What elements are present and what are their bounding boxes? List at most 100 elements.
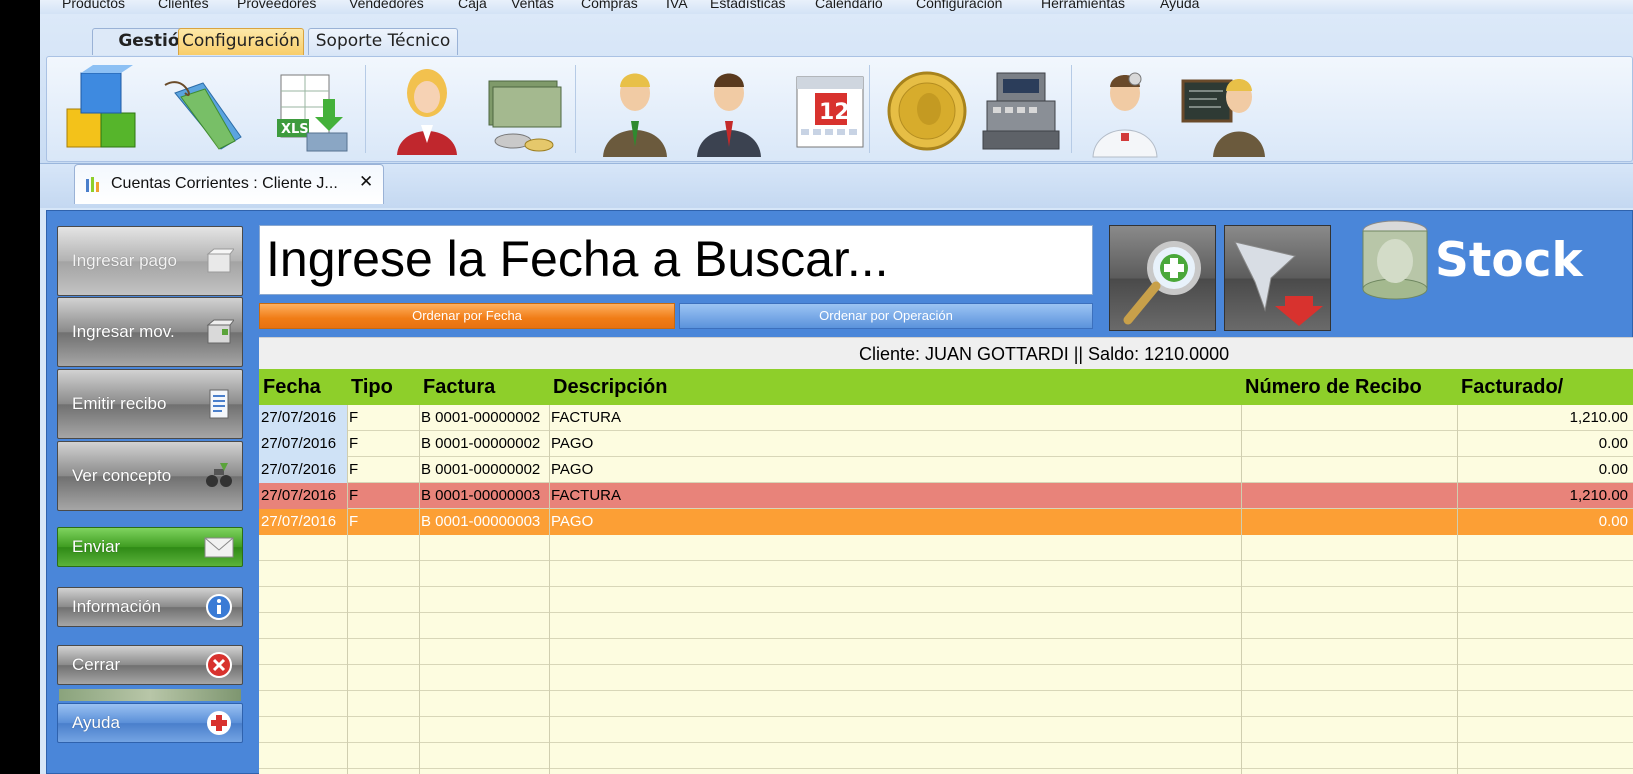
cell-fecha: 27/07/2016 [259,457,347,483]
vendedores-icon[interactable] [681,63,777,159]
menu-clientes[interactable]: Clientes [158,0,209,11]
cell-facturado: 0.00 [1598,435,1628,452]
dinero-icon[interactable] [477,63,573,159]
menu-proveedores[interactable]: Proveedores [237,0,316,11]
menu-ayuda[interactable]: Ayuda [1160,0,1199,11]
productos-icon[interactable] [53,63,149,159]
cell-descripcion: PAGO [549,509,1241,535]
xls-label: XLS [281,122,309,137]
tab-cuentas-corrientes[interactable]: Cuentas Corrientes : Cliente J... ✕ [74,164,384,204]
menu-herramientas[interactable]: Herramientas [1041,0,1125,11]
cerrar-button[interactable]: Cerrar [57,645,243,685]
cell-recibo [1241,405,1457,431]
ayuda-label: Ayuda [72,713,120,732]
proveedores-icon[interactable] [587,63,683,159]
empty-table-row[interactable] [259,743,1633,769]
ingresar-mov-label: Ingresar mov. [72,322,175,341]
search-date-text: Ingrese la Fecha a Buscar... [266,231,889,287]
box-icon [206,248,234,273]
caja-registradora-icon[interactable] [973,63,1069,159]
ayuda-button[interactable]: Ayuda [57,703,243,743]
empty-table-row[interactable] [259,639,1633,665]
table-row[interactable]: 27/07/2016 F B 0001-00000002 FACTURA 1,210.0… [259,405,1633,431]
ingresar-pago-label: Ingresar pago [72,251,177,270]
menu-caja[interactable]: Caja [458,0,487,11]
application-window: Productos Clientes Proveedores Vendedore… [40,0,1633,774]
profesor-icon[interactable] [1173,63,1269,159]
table-header: Fecha Tipo Factura Descripción Número de… [259,369,1633,405]
column-header-tipo[interactable]: Tipo [347,369,419,405]
table-row[interactable]: 27/07/2016 F B 0001-00000003 FACTURA 1,210.0… [259,483,1633,509]
empty-table-row[interactable] [259,691,1633,717]
envelope-icon [204,537,234,558]
calendario-icon[interactable]: 12 [783,63,879,159]
column-header-facturado[interactable]: Facturado/ [1457,369,1633,405]
empty-table-row[interactable] [259,665,1633,691]
cell-descripcion: PAGO [551,461,594,478]
column-header-descripcion[interactable]: Descripción [549,369,1241,405]
column-header-factura[interactable]: Factura [419,369,549,405]
search-date-input[interactable]: Ingrese la Fecha a Buscar... [259,225,1093,295]
ingresar-mov-button[interactable]: Ingresar mov. [57,297,243,367]
brand-logo: Stock [1435,233,1583,288]
informacion-label: Información [72,597,161,616]
cell-tipo: F [349,487,359,504]
empty-table-row[interactable] [259,535,1633,561]
menu-calendario[interactable]: Calendario [815,0,883,11]
empty-table-row[interactable] [259,561,1633,587]
magnifier-add-icon [1123,241,1201,325]
cell-facturado: 0.00 [1457,509,1633,535]
client-balance-text: Cliente: JUAN GOTTARDI || Saldo: 1210.00… [859,344,1230,364]
emitir-recibo-button[interactable]: Emitir recibo [57,369,243,439]
cell-facturado: 1,210.00 [1569,487,1628,504]
document-tab-bar: Cuentas Corrientes : Cliente J... ✕ [40,164,1633,208]
search-button[interactable] [1109,225,1216,331]
cell-tipo: F [347,509,419,535]
etiquetas-icon[interactable] [155,63,251,159]
soporte-medico-icon[interactable] [1077,63,1173,159]
tab-soporte-tecnico[interactable]: Soporte Técnico [308,28,458,55]
sort-by-operation-button[interactable]: Ordenar por Operación [679,303,1093,329]
cell-fecha: 27/07/2016 [259,431,347,457]
column-header-fecha[interactable]: Fecha [259,369,347,405]
transactions-table: Fecha Tipo Factura Descripción Número de… [259,369,1633,774]
menu-productos[interactable]: Productos [62,0,125,11]
close-icon[interactable]: ✕ [359,172,373,192]
cell-tipo: F [349,409,359,426]
cell-factura: B 0001-00000002 [421,435,541,452]
ver-concepto-button[interactable]: Ver concepto [57,441,243,511]
informacion-button[interactable]: Información [57,587,243,627]
cell-descripcion: PAGO [551,435,594,452]
sort-by-date-button[interactable]: Ordenar por Fecha [259,303,675,329]
ver-concepto-label: Ver concepto [72,466,172,485]
empty-table-row[interactable] [259,717,1633,743]
funnel-icon [1234,241,1323,326]
document-icon [209,389,229,419]
tab-configuracion[interactable]: Configuración [178,28,304,55]
table-row[interactable]: 27/07/2016 F B 0001-00000002 PAGO 0.00 [259,431,1633,457]
binoculars-icon [206,463,232,487]
menu-iva[interactable]: IVA [666,0,688,11]
table-row[interactable]: 27/07/2016 F B 0001-00000003 PAGO 0.00 [259,509,1633,535]
ingresar-pago-button[interactable]: Ingresar pago [57,226,243,296]
calendar-day: 12 [819,100,850,125]
tab-title: Cuentas Corrientes : Cliente J... [111,175,338,192]
menu-compras[interactable]: Compras [581,0,638,11]
menu-bar: Productos Clientes Proveedores Vendedore… [40,0,1633,14]
cell-descripcion: FACTURA [551,409,622,426]
enviar-button[interactable]: Enviar [57,527,243,567]
menu-estadisticas[interactable]: Estadísticas [710,0,785,11]
excel-import-icon[interactable]: XLS [263,63,359,159]
cerrar-label: Cerrar [72,655,121,674]
empty-table-row[interactable] [259,613,1633,639]
column-header-recibo[interactable]: Número de Recibo [1241,369,1457,405]
menu-vendedores[interactable]: Vendedores [349,0,424,11]
table-row[interactable]: 27/07/2016 F B 0001-00000002 PAGO 0.00 [259,457,1633,483]
menu-configuracion[interactable]: Configuración [916,0,1002,11]
cell-fecha: 27/07/2016 [259,405,347,431]
menu-ventas[interactable]: Ventas [511,0,554,11]
clientes-icon[interactable] [379,63,475,159]
filter-button[interactable] [1224,225,1331,331]
empty-table-row[interactable] [259,587,1633,613]
moneda-icon[interactable] [879,63,975,159]
